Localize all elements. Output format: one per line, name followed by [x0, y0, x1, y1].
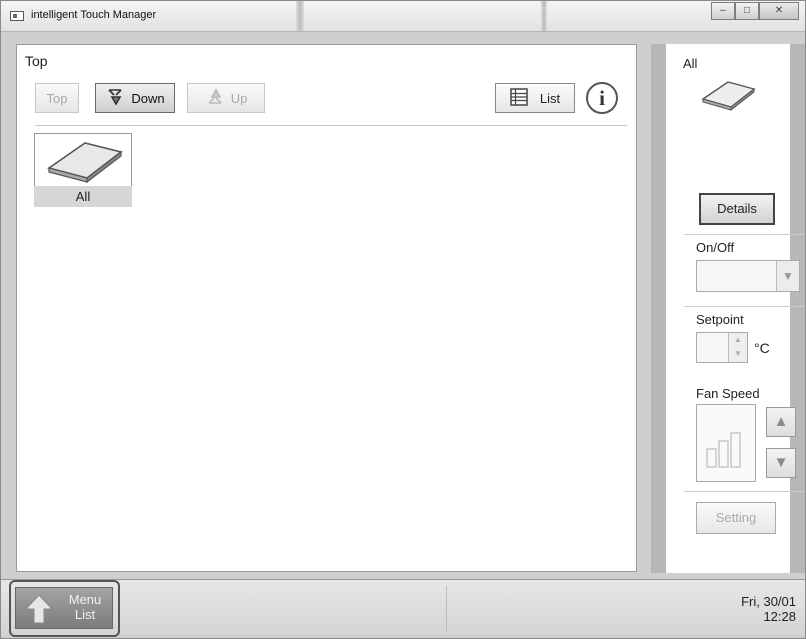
fan-speed-display [696, 404, 756, 482]
top-button[interactable]: Top [35, 83, 79, 113]
menu-label-line1: Menu [68, 592, 102, 607]
up-button[interactable]: Up [187, 83, 265, 113]
bottom-bar: Menu List Fri, 30/01 12:28 [1, 579, 805, 637]
title-bar: intelligent Touch Manager – □ ✕ [1, 1, 805, 32]
menu-label-line2: List [74, 607, 96, 622]
selected-unit-icon [698, 77, 758, 118]
app-icon [10, 11, 24, 21]
title-bar-glare [296, 1, 304, 31]
fan-speed-bars-icon [706, 432, 741, 468]
list-view-button[interactable]: List [495, 83, 575, 113]
divider [446, 586, 447, 631]
window-controls: – □ ✕ [711, 2, 799, 21]
divider [684, 234, 804, 235]
list-button-label: List [539, 90, 561, 106]
date-text: Fri, 30/01 [741, 594, 796, 609]
operation-panel-body: All Details On/Off ▼ Setpoint ▲ ▼ °C Fan… [666, 44, 804, 573]
details-button[interactable]: Details [699, 193, 775, 225]
down-arrow-icon [105, 87, 127, 110]
title-bar-glare [541, 1, 547, 31]
selected-name: All [683, 56, 698, 71]
area-browser-panel: Top Top Down Up List i All [16, 44, 637, 572]
menu-list-label: Menu List [62, 592, 108, 622]
triangle-up-icon: ▲ [773, 413, 789, 430]
window-title: intelligent Touch Manager [31, 9, 157, 21]
group-tile-all[interactable]: All [34, 133, 132, 207]
toolbar-divider [35, 125, 627, 126]
setpoint-unit: °C [754, 340, 770, 356]
tile-label: All [34, 186, 132, 207]
down-button-label: Down [131, 90, 165, 106]
up-button-label: Up [230, 90, 248, 106]
stepper-arrows-icon: ▲ ▼ [728, 333, 747, 362]
divider [684, 306, 804, 307]
list-icon [510, 87, 528, 109]
fan-speed-up-button[interactable]: ▲ [766, 407, 796, 437]
menu-list-button[interactable]: Menu List [15, 587, 113, 629]
operation-panel: All Details On/Off ▼ Setpoint ▲ ▼ °C Fan… [651, 44, 805, 573]
time-text: 12:28 [763, 609, 796, 624]
setpoint-stepper[interactable]: ▲ ▼ [696, 332, 748, 363]
divider [684, 491, 804, 492]
setting-button[interactable]: Setting [696, 502, 776, 534]
top-button-label: Top [46, 90, 68, 106]
onoff-dropdown[interactable]: ▼ [696, 260, 800, 292]
info-button[interactable]: i [586, 82, 618, 114]
chevron-down-icon: ▼ [776, 261, 799, 291]
onoff-label: On/Off [696, 240, 735, 255]
maximize-button[interactable]: □ [735, 2, 759, 20]
clock: Fri, 30/01 12:28 [741, 594, 796, 624]
indoor-unit-icon [47, 142, 123, 184]
breadcrumb: Top [25, 53, 48, 69]
close-button[interactable]: ✕ [759, 2, 799, 20]
down-button[interactable]: Down [95, 83, 175, 113]
fan-speed-down-button[interactable]: ▼ [766, 448, 796, 478]
fan-speed-label: Fan Speed [696, 386, 760, 401]
arrow-up-icon [24, 593, 54, 630]
up-arrow-icon [205, 87, 227, 110]
setpoint-label: Setpoint [696, 312, 744, 327]
triangle-down-icon: ▼ [773, 454, 789, 471]
minimize-button[interactable]: – [711, 2, 735, 20]
app-window: intelligent Touch Manager – □ ✕ Top Top … [0, 0, 806, 639]
tile-image [34, 133, 132, 187]
